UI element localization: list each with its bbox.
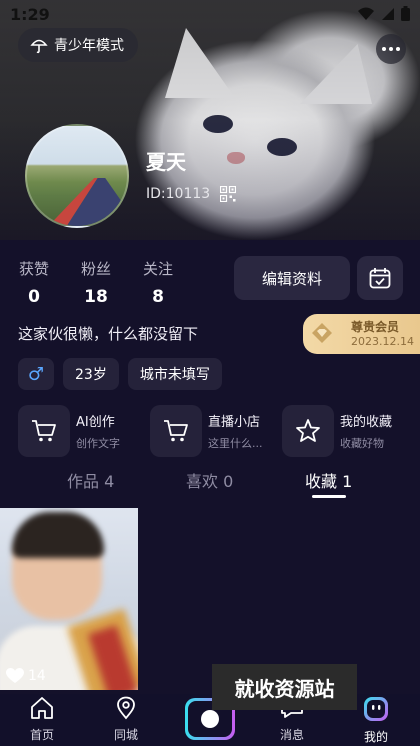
stat-label: 粉丝	[80, 260, 111, 278]
wifi-icon	[358, 7, 374, 20]
battery-icon	[401, 6, 410, 21]
edit-profile-button[interactable]: 编辑资料	[234, 256, 350, 300]
diamond-badge-icon	[312, 323, 332, 343]
user-id: ID:10113	[146, 186, 211, 202]
heart-icon	[6, 668, 24, 683]
more-options-button[interactable]	[376, 34, 406, 64]
profile-face-icon	[364, 697, 388, 721]
feature-subtitle: 收藏好物	[340, 437, 384, 450]
item-like-count: 14	[6, 668, 46, 684]
collection-item[interactable]	[0, 508, 138, 690]
nav-label: 首页	[29, 728, 54, 742]
username: 夏天	[146, 150, 186, 174]
nav-nearby[interactable]: 同城	[96, 696, 156, 743]
camera-icon	[201, 710, 219, 728]
bio-text: 这家伙很懒，什么都没留下	[18, 325, 199, 343]
tab-works[interactable]: 作品 4	[67, 468, 114, 492]
teen-mode-button[interactable]: 青少年模式	[18, 28, 138, 62]
feature-subtitle: 这里什么...	[208, 437, 263, 450]
stat-value: 8	[152, 287, 164, 307]
stat-label: 获赞	[18, 260, 49, 278]
dot-icon	[396, 47, 400, 51]
content-tabs: 作品 4 喜欢 0 收藏 1	[0, 468, 420, 504]
calendar-button[interactable]	[357, 256, 403, 300]
stat-likes[interactable]: 获赞 0	[12, 258, 56, 307]
qr-code-icon[interactable]	[220, 186, 236, 202]
male-icon: ♂	[27, 363, 45, 385]
tab-likes[interactable]: 喜欢 0	[186, 468, 233, 492]
feature-ai-create[interactable]: AI创作 创作文字	[18, 404, 150, 458]
star-icon	[296, 419, 320, 442]
nav-home[interactable]: 首页	[12, 696, 72, 743]
feature-my-favorites[interactable]: 我的收藏 收藏好物	[282, 404, 414, 458]
feature-live-shop[interactable]: 直播小店 这里什么...	[150, 404, 282, 458]
dot-icon	[382, 47, 386, 51]
vip-date: 2023.12.14	[351, 335, 414, 348]
watermark: 就收资源站	[212, 664, 357, 710]
dot-icon	[389, 47, 393, 51]
status-time: 1:29	[10, 5, 50, 24]
vip-badge[interactable]: 尊贵会员 2023.12.14	[303, 314, 420, 354]
nav-label: 同城	[113, 728, 138, 742]
feature-subtitle: 创作文字	[76, 437, 120, 450]
city-tag: 城市未填写	[127, 358, 222, 390]
active-tab-indicator	[312, 495, 346, 498]
vip-title: 尊贵会员	[351, 320, 400, 334]
stat-following[interactable]: 关注 8	[136, 258, 180, 307]
stat-fans[interactable]: 粉丝 18	[74, 258, 118, 307]
location-icon	[117, 696, 135, 720]
home-icon	[31, 697, 53, 719]
age-tag: 23岁	[63, 358, 119, 390]
cart-icon	[164, 420, 188, 442]
feature-shortcuts: AI创作 创作文字 直播小店 这里什么... 我的收藏 收藏好物	[18, 404, 414, 458]
stat-value: 18	[84, 287, 108, 307]
nav-label: 消息	[279, 728, 304, 742]
teen-mode-label: 青少年模式	[54, 38, 124, 54]
stat-value: 0	[28, 287, 40, 307]
status-bar: 1:29	[0, 0, 420, 30]
stat-label: 关注	[142, 260, 173, 278]
cart-icon	[32, 420, 56, 442]
gender-tag: ♂	[18, 358, 54, 390]
feature-title: 直播小店	[208, 415, 261, 430]
status-icons	[357, 6, 410, 21]
profile-tags: ♂ 23岁 城市未填写	[18, 358, 222, 390]
tab-favorites[interactable]: 收藏 1	[305, 468, 352, 492]
feature-title: AI创作	[76, 415, 115, 430]
umbrella-icon	[30, 39, 48, 54]
calendar-check-icon	[369, 268, 391, 289]
nav-label: 我的	[363, 730, 388, 744]
feature-title: 我的收藏	[340, 415, 393, 430]
avatar[interactable]	[25, 124, 129, 228]
like-count: 14	[28, 668, 46, 684]
signal-icon	[382, 7, 394, 20]
edit-profile-label: 编辑资料	[261, 269, 322, 288]
